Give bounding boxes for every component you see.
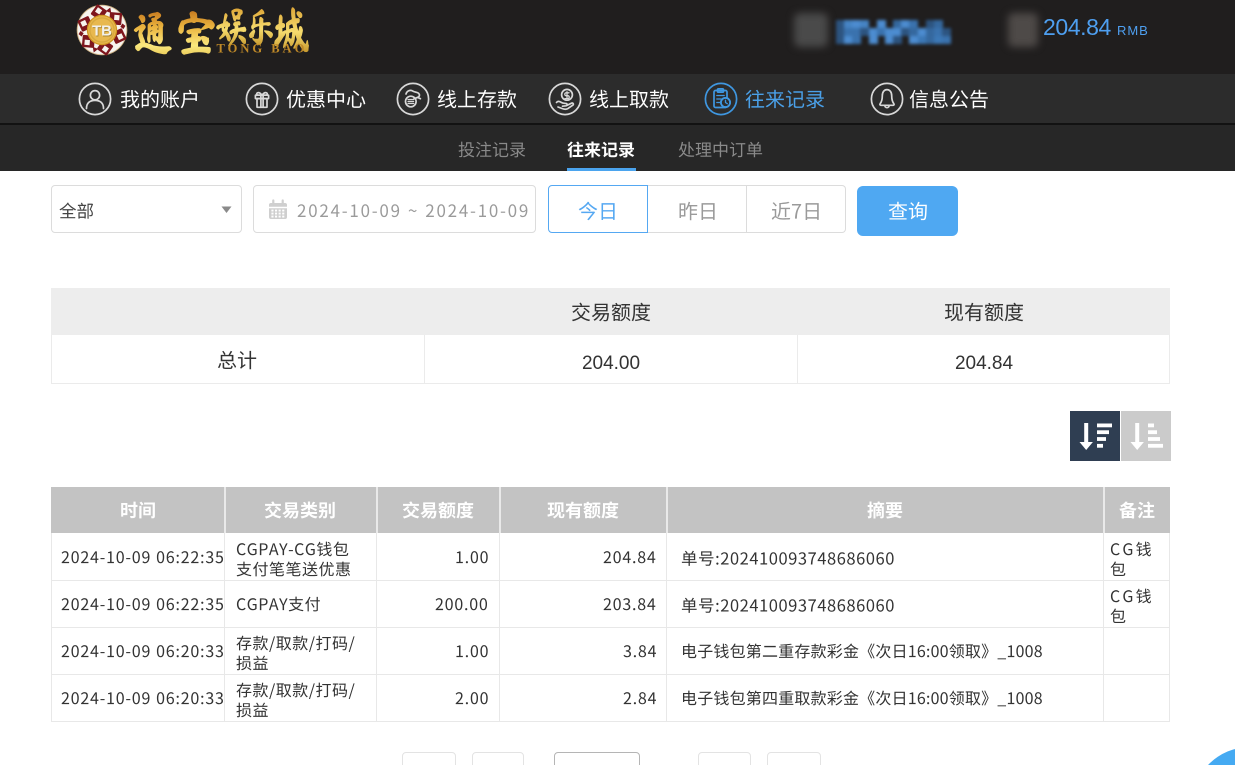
svg-text:TONG BAO: TONG BAO	[217, 42, 308, 56]
svg-text:TB: TB	[92, 23, 112, 40]
